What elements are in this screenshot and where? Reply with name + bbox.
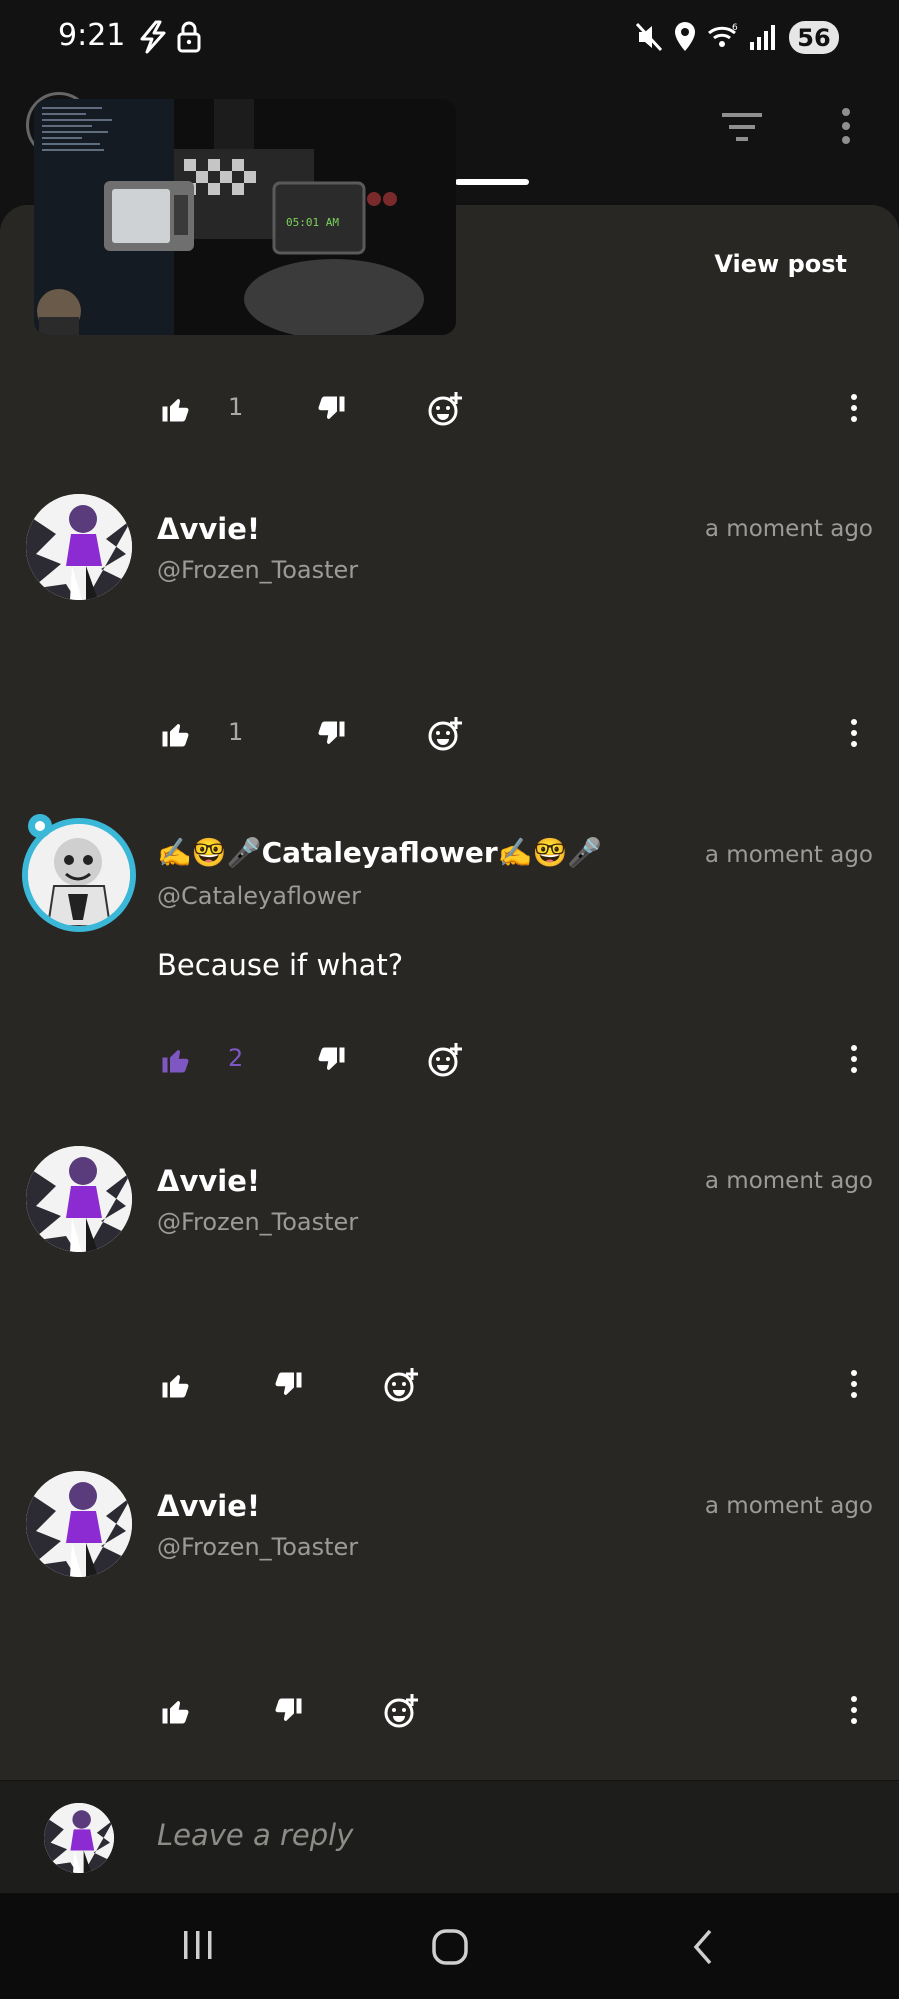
pip-video[interactable]: 05:01 AM — [34, 99, 456, 335]
comment-more-icon[interactable] — [849, 1044, 859, 1074]
add-reaction-icon[interactable] — [426, 715, 464, 753]
view-post-button[interactable]: View post — [714, 250, 847, 278]
home-icon[interactable] — [430, 1927, 470, 1967]
wifi-icon: 6 — [708, 23, 738, 47]
thumbs-up-icon[interactable] — [160, 719, 190, 749]
lock-icon — [177, 21, 201, 53]
more-options-icon[interactable] — [838, 106, 854, 146]
thumbs-down-icon[interactable] — [317, 719, 347, 749]
signal-icon — [750, 25, 775, 50]
like-count: 1 — [228, 393, 244, 421]
comment-body: Because if what? — [157, 948, 404, 982]
avatar-art — [26, 494, 132, 600]
comment-author[interactable]: Δvvie! — [157, 1164, 260, 1198]
filter-icon[interactable] — [720, 110, 764, 144]
add-reaction-icon[interactable] — [426, 390, 464, 428]
badge-icon — [28, 814, 52, 838]
comment-handle[interactable]: @Frozen_Toaster — [157, 556, 358, 584]
mute-icon — [635, 22, 663, 52]
add-reaction-icon[interactable] — [382, 1366, 420, 1404]
comment-timestamp: a moment ago — [704, 516, 873, 542]
add-reaction-icon[interactable] — [382, 1692, 420, 1730]
flash-icon — [140, 20, 166, 54]
avatar[interactable] — [26, 1146, 132, 1252]
pip-clock-text: 05:01 AM — [286, 216, 339, 229]
comment-handle[interactable]: @Frozen_Toaster — [157, 1533, 358, 1561]
thumbs-down-icon[interactable] — [317, 1045, 347, 1075]
location-icon — [675, 22, 695, 51]
comments-panel — [0, 205, 899, 1780]
comment-author[interactable]: Δvvie! — [157, 1489, 260, 1523]
avatar — [44, 1803, 114, 1873]
recent-apps-icon[interactable] — [180, 1927, 216, 1963]
add-reaction-icon[interactable] — [426, 1041, 464, 1079]
avatar-art — [44, 1803, 114, 1873]
comment-more-icon[interactable] — [849, 1369, 859, 1399]
comment-timestamp: a moment ago — [704, 842, 873, 868]
avatar-art — [26, 1471, 132, 1577]
comment-timestamp: a moment ago — [704, 1168, 873, 1194]
comment-handle[interactable]: @Cataleyaflower — [157, 882, 361, 910]
svg-text:6: 6 — [732, 23, 738, 33]
system-nav-bar — [0, 1893, 899, 1999]
thumbs-up-icon[interactable] — [160, 1696, 190, 1726]
reply-bar — [0, 1781, 899, 1893]
back-icon[interactable] — [688, 1927, 718, 1967]
tab-indicator — [455, 179, 529, 185]
status-bar: 9:21 6 56 — [0, 0, 899, 80]
thumbs-up-icon[interactable] — [160, 394, 190, 424]
thumbs-up-icon[interactable] — [160, 1045, 190, 1075]
comment-more-icon[interactable] — [849, 1695, 859, 1725]
like-count: 1 — [228, 718, 244, 746]
battery-badge: 56 — [789, 21, 839, 54]
comment-more-icon[interactable] — [849, 393, 859, 423]
avatar-art — [26, 1146, 132, 1252]
avatar[interactable] — [26, 1471, 132, 1577]
comment-author[interactable]: ✍️🤓🎤Cataleyaflower✍️🤓🎤 — [157, 836, 602, 869]
thumbs-up-icon[interactable] — [160, 1370, 190, 1400]
reply-input[interactable]: Leave a reply — [157, 1818, 353, 1852]
comment-more-icon[interactable] — [849, 718, 859, 748]
comment-author[interactable]: Δvvie! — [157, 512, 260, 546]
status-time: 9:21 — [58, 18, 126, 53]
like-count: 2 — [228, 1044, 244, 1072]
video-frame: 05:01 AM — [34, 99, 456, 335]
thumbs-down-icon[interactable] — [317, 394, 347, 424]
avatar[interactable] — [26, 494, 132, 600]
thumbs-down-icon[interactable] — [274, 1696, 304, 1726]
thumbs-down-icon[interactable] — [274, 1370, 304, 1400]
comment-handle[interactable]: @Frozen_Toaster — [157, 1208, 358, 1236]
comment-timestamp: a moment ago — [704, 1493, 873, 1519]
